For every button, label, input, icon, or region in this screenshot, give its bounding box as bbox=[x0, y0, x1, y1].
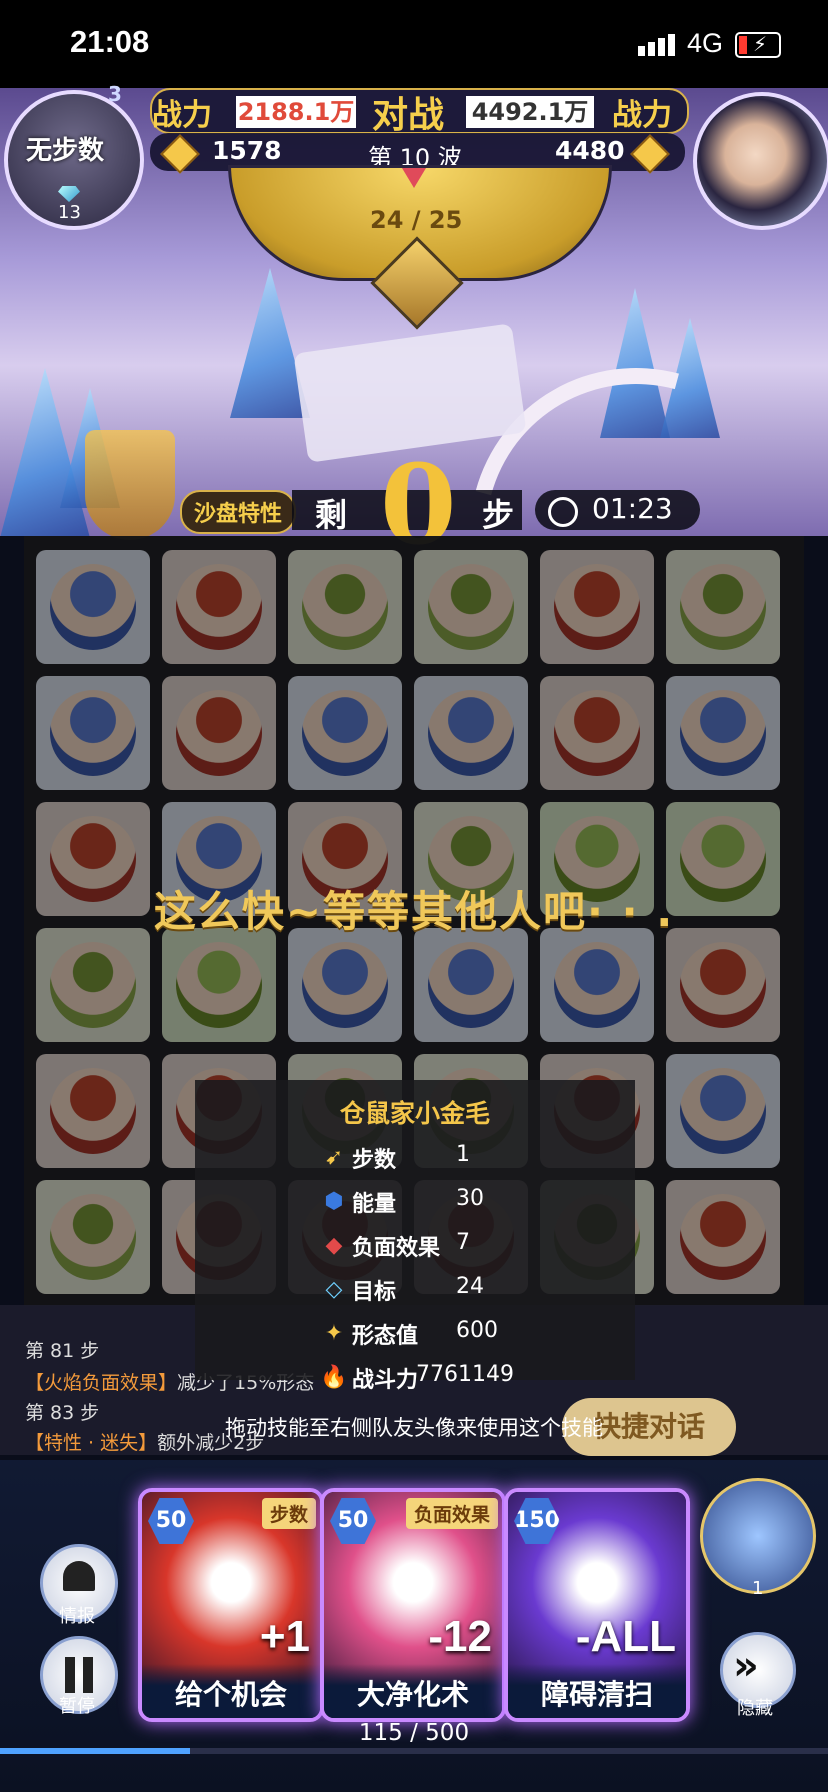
skill-card[interactable]: 50 步数 +1 给个机会 bbox=[138, 1488, 324, 1722]
timer-value: 01:23 bbox=[592, 492, 673, 525]
step-unit: 步 bbox=[482, 496, 515, 534]
stat-value: 600 bbox=[456, 1318, 498, 1343]
stat-value: 24 bbox=[456, 1274, 484, 1299]
siren-icon bbox=[63, 1561, 95, 1591]
energy-counter: 115 / 500 bbox=[358, 1720, 470, 1746]
skill-card[interactable]: 50 负面效果 -12 大净化术 bbox=[320, 1488, 506, 1722]
remain-label: 剩 bbox=[315, 496, 348, 534]
skill-tag: 步数 bbox=[261, 1498, 316, 1529]
stat-value: 7 bbox=[456, 1230, 470, 1255]
skill-hint: 拖动技能至右侧队友头像来使用这个技能 bbox=[225, 1416, 603, 1440]
right-power-label: 战力 bbox=[612, 98, 672, 133]
stat-label: 步数 bbox=[352, 1148, 397, 1173]
stat-label: 战斗力 bbox=[352, 1368, 419, 1393]
right-score: 4480 bbox=[555, 136, 625, 165]
stat-label: 能量 bbox=[352, 1192, 397, 1217]
energy-icon: ⬢ bbox=[324, 1189, 344, 1214]
wave-progress: 24 / 25 bbox=[370, 206, 463, 234]
energy-progress-fill bbox=[0, 1748, 191, 1754]
stat-row: ◆ 负面效果 7 bbox=[320, 1228, 620, 1268]
skill-effect: -12 bbox=[428, 1612, 492, 1661]
skill-name: 障碍清扫 bbox=[508, 1664, 686, 1718]
stat-label: 形态值 bbox=[352, 1324, 419, 1349]
network-label: 4G bbox=[687, 28, 724, 58]
skill-effect: +1 bbox=[259, 1612, 310, 1661]
left-power-value: 2188.1万 bbox=[236, 96, 356, 128]
stat-label: 目标 bbox=[352, 1280, 397, 1305]
player-name: 仓鼠家小金毛 bbox=[339, 1099, 490, 1128]
pause-label: 暂停 bbox=[59, 1696, 95, 1717]
player-left-gems: 13 bbox=[58, 202, 81, 223]
clock: 21:08 bbox=[70, 24, 150, 59]
double-chevron-icon: » bbox=[733, 1643, 759, 1689]
player-left-label: 无步数 bbox=[26, 136, 105, 166]
alarm-icon bbox=[548, 497, 578, 527]
form-icon: ✦ bbox=[324, 1321, 344, 1346]
stat-row: ⬢ 能量 30 bbox=[320, 1184, 620, 1224]
skill-card[interactable]: 150 -ALL 障碍清扫 bbox=[504, 1488, 690, 1722]
target-icon: ◇ bbox=[325, 1277, 343, 1302]
signal-icon bbox=[638, 34, 678, 56]
ally-avatar[interactable] bbox=[700, 1478, 816, 1594]
skill-effect: -ALL bbox=[575, 1612, 676, 1661]
stat-row: 🔥 战斗力 7761149 bbox=[320, 1360, 620, 1400]
ally-count: 1 bbox=[752, 1578, 764, 1599]
skill-name: 给个机会 bbox=[142, 1664, 320, 1718]
player-left-level: 3 bbox=[108, 82, 122, 106]
pause-icon bbox=[65, 1657, 75, 1693]
log-tag: 【火焰负面效果】 bbox=[25, 1372, 178, 1394]
skill-name: 大净化术 bbox=[324, 1664, 502, 1718]
stat-row: ➹ 步数 1 bbox=[320, 1140, 620, 1180]
combat-icon: 🔥 bbox=[320, 1365, 348, 1390]
left-power-label: 战力 bbox=[152, 98, 212, 133]
hide-label: 隐藏 bbox=[737, 1698, 773, 1719]
vs-label: 对战 bbox=[372, 95, 445, 136]
marker-icon bbox=[402, 168, 426, 188]
stat-label: 负面效果 bbox=[352, 1236, 441, 1261]
battery-icon: ⚡ bbox=[735, 32, 781, 58]
stat-row: ✦ 形态值 600 bbox=[320, 1316, 620, 1356]
debuff-icon: ◆ bbox=[325, 1233, 343, 1258]
steps-icon: ➹ bbox=[324, 1145, 344, 1170]
log-line: 第 81 步 bbox=[25, 1340, 100, 1362]
info-label: 情报 bbox=[59, 1606, 95, 1627]
opponent-avatar[interactable] bbox=[693, 92, 828, 230]
stat-row: ◇ 目标 24 bbox=[320, 1272, 620, 1312]
sandbox-trait-label: 沙盘特性 bbox=[194, 502, 283, 527]
shield-icon bbox=[85, 430, 175, 540]
stat-value: 7761149 bbox=[416, 1362, 514, 1387]
waiting-banner: 这么快~等等其他人吧· · . bbox=[153, 887, 675, 936]
right-power-value: 4492.1万 bbox=[466, 96, 594, 128]
stat-value: 30 bbox=[456, 1186, 484, 1211]
left-score: 1578 bbox=[212, 136, 282, 165]
skill-tag: 负面效果 bbox=[405, 1498, 498, 1529]
stat-value: 1 bbox=[456, 1142, 470, 1167]
